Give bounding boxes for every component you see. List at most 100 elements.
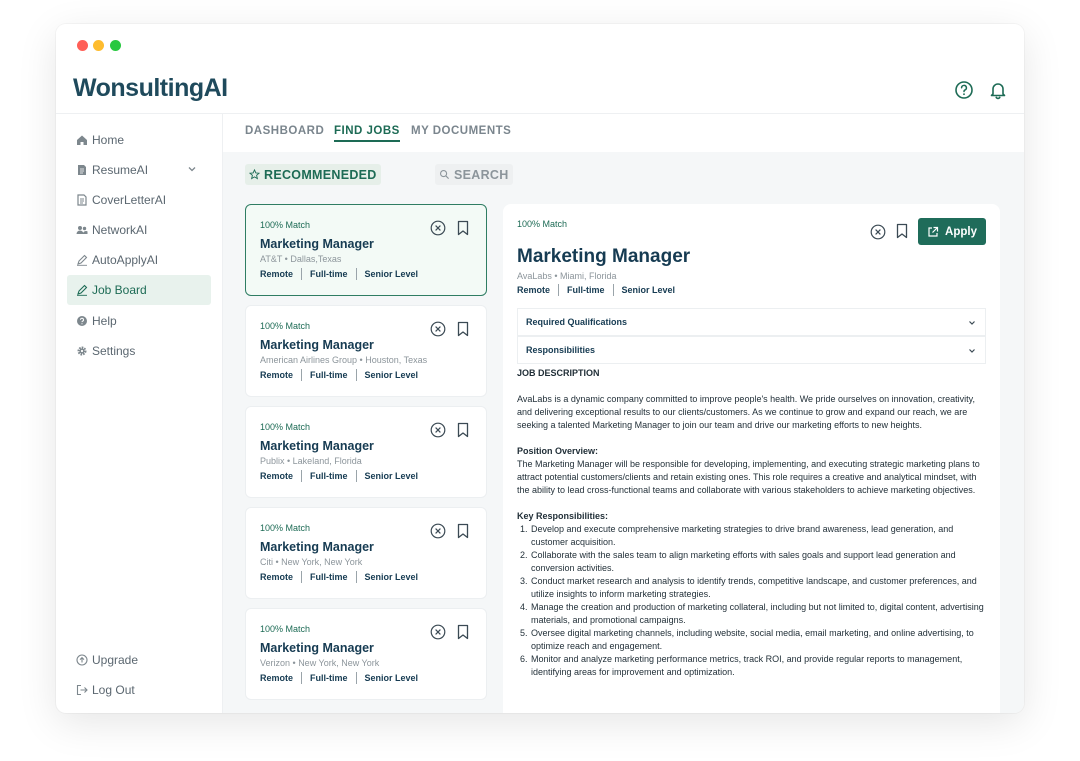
- job-company: Publix • Lakeland, Florida: [260, 456, 362, 466]
- dismiss-icon[interactable]: [430, 422, 446, 438]
- job-company: American Airlines Group • Houston, Texas: [260, 355, 428, 365]
- sidebar-item-networkai[interactable]: NetworkAI: [67, 215, 211, 245]
- bookmark-icon[interactable]: [456, 220, 470, 236]
- accordion-required-qualifications[interactable]: Required Qualifications: [517, 308, 986, 336]
- job-card[interactable]: 100% Match Marketing Manager Citi • New …: [245, 507, 487, 599]
- maximize-window-button[interactable]: [110, 40, 121, 51]
- sidebar-item-label: Home: [92, 133, 125, 147]
- bookmark-icon[interactable]: [456, 523, 470, 539]
- job-title: Marketing Manager: [260, 439, 374, 453]
- overview-heading: Position Overview:: [517, 446, 599, 456]
- sidebar-item-label: Log Out: [92, 683, 135, 697]
- minimize-window-button[interactable]: [93, 40, 104, 51]
- tab-find-jobs[interactable]: FIND JOBS: [334, 125, 400, 142]
- tab-label: RECOMMENEDED: [264, 167, 377, 182]
- job-tags: Remote Full-time Senior Level: [260, 470, 419, 482]
- sidebar-item-job-board[interactable]: Job Board: [67, 275, 211, 305]
- job-title: Marketing Manager: [517, 246, 691, 267]
- job-title: Marketing Manager: [260, 540, 374, 554]
- sidebar-item-settings[interactable]: Settings: [67, 336, 211, 366]
- sidebar: Home ResumeAI CoverLetterAI NetworkAI Au…: [56, 114, 223, 713]
- help-circle-icon[interactable]: [954, 80, 974, 100]
- job-card[interactable]: 100% Match Marketing Manager AT&T • Dall…: [245, 204, 487, 296]
- bookmark-icon[interactable]: [456, 624, 470, 640]
- tab-recommended[interactable]: RECOMMENEDED: [245, 164, 381, 185]
- bookmark-icon[interactable]: [456, 321, 470, 337]
- dismiss-icon[interactable]: [870, 224, 886, 240]
- responsibilities-heading: Key Responsibilities:: [517, 511, 609, 521]
- list-item: Manage the creation and production of ma…: [530, 601, 991, 627]
- pen-icon: [77, 254, 88, 266]
- dismiss-icon[interactable]: [430, 321, 446, 337]
- logo[interactable]: WonsultingAI: [73, 74, 228, 103]
- list-item: Conduct market research and analysis to …: [530, 575, 991, 601]
- list-item: Develop and execute comprehensive market…: [530, 523, 991, 549]
- sidebar-item-label: Help: [92, 314, 117, 328]
- job-card[interactable]: 100% Match Marketing Manager Publix • La…: [245, 406, 487, 498]
- tab-search[interactable]: SEARCH: [435, 164, 513, 185]
- job-card[interactable]: 100% Match Marketing Manager American Ai…: [245, 305, 487, 397]
- sidebar-item-label: Settings: [92, 344, 136, 358]
- match-label: 100% Match: [260, 321, 311, 331]
- main-content: DASHBOARD FIND JOBS MY DOCUMENTS RECOMME…: [223, 114, 1024, 713]
- sidebar-item-label: CoverLetterAI: [92, 193, 167, 207]
- search-icon: [440, 170, 450, 180]
- tab-my-documents[interactable]: MY DOCUMENTS: [411, 125, 511, 140]
- bookmark-icon[interactable]: [456, 422, 470, 438]
- accordion-responsibilities[interactable]: Responsibilities: [517, 336, 986, 364]
- pen-icon: [77, 284, 88, 296]
- document-icon: [78, 165, 86, 175]
- match-label: 100% Match: [260, 220, 311, 230]
- sidebar-item-resumeai[interactable]: ResumeAI: [67, 155, 211, 185]
- job-title: Marketing Manager: [260, 237, 374, 251]
- letter-icon: [77, 194, 87, 206]
- job-card[interactable]: 100% Match Marketing Manager Verizon • N…: [245, 608, 487, 700]
- bookmark-icon[interactable]: [895, 223, 909, 239]
- logout-icon: [76, 684, 88, 696]
- job-title: Marketing Manager: [260, 338, 374, 352]
- people-icon: [76, 226, 88, 234]
- job-tags: Remote Full-time Senior Level: [260, 268, 419, 280]
- job-tags: Remote Full-time Senior Level: [260, 672, 419, 684]
- bell-icon[interactable]: [988, 80, 1008, 100]
- match-label: 100% Match: [260, 624, 311, 634]
- sidebar-item-label: Job Board: [92, 283, 147, 297]
- arrow-up-circle-icon: [76, 654, 88, 666]
- list-item: Collaborate with the sales team to align…: [530, 549, 991, 575]
- match-label: 100% Match: [260, 523, 311, 533]
- dismiss-icon[interactable]: [430, 220, 446, 236]
- job-tags: Remote Full-time Senior Level: [260, 571, 419, 583]
- chevron-down-icon: [969, 349, 975, 353]
- chevron-down-icon[interactable]: [187, 164, 197, 174]
- sidebar-item-help[interactable]: Help: [67, 306, 211, 336]
- sidebar-item-coverletterai[interactable]: CoverLetterAI: [67, 185, 211, 215]
- match-label: 100% Match: [517, 219, 568, 229]
- sidebar-item-home[interactable]: Home: [67, 125, 211, 155]
- job-company: Verizon • New York, New York: [260, 658, 380, 668]
- description-heading: JOB DESCRIPTION: [517, 368, 600, 378]
- tab-dashboard[interactable]: DASHBOARD: [245, 125, 324, 140]
- sidebar-item-label: AutoApplyAI: [92, 253, 159, 267]
- sidebar-item-label: NetworkAI: [92, 223, 148, 237]
- job-company: AvaLabs • Miami, Florida: [517, 271, 617, 281]
- sidebar-item-upgrade[interactable]: Upgrade: [67, 645, 211, 675]
- sidebar-item-autoapplyai[interactable]: AutoApplyAI: [67, 245, 211, 275]
- list-item: Monitor and analyze marketing performanc…: [530, 653, 991, 679]
- match-label: 100% Match: [260, 422, 311, 432]
- app-header: WonsultingAI: [56, 68, 1024, 114]
- job-title: Marketing Manager: [260, 641, 374, 655]
- apply-button[interactable]: Apply: [918, 218, 986, 245]
- job-company: AT&T • Dallas,Texas: [260, 254, 342, 264]
- job-tags: Remote Full-time Senior Level: [260, 369, 419, 381]
- dismiss-icon[interactable]: [430, 523, 446, 539]
- sidebar-item-logout[interactable]: Log Out: [67, 675, 211, 705]
- job-description: JOB DESCRIPTION AvaLabs is a dynamic com…: [517, 367, 991, 679]
- home-icon: [77, 135, 87, 145]
- app-window: WonsultingAI Home ResumeAI CoverLetterAI…: [56, 24, 1024, 713]
- gear-icon: [77, 346, 87, 356]
- dismiss-icon[interactable]: [430, 624, 446, 640]
- close-window-button[interactable]: [77, 40, 88, 51]
- title-bar: [56, 24, 1024, 68]
- tab-label: SEARCH: [454, 167, 509, 182]
- description-intro: AvaLabs is a dynamic company committed t…: [517, 394, 975, 430]
